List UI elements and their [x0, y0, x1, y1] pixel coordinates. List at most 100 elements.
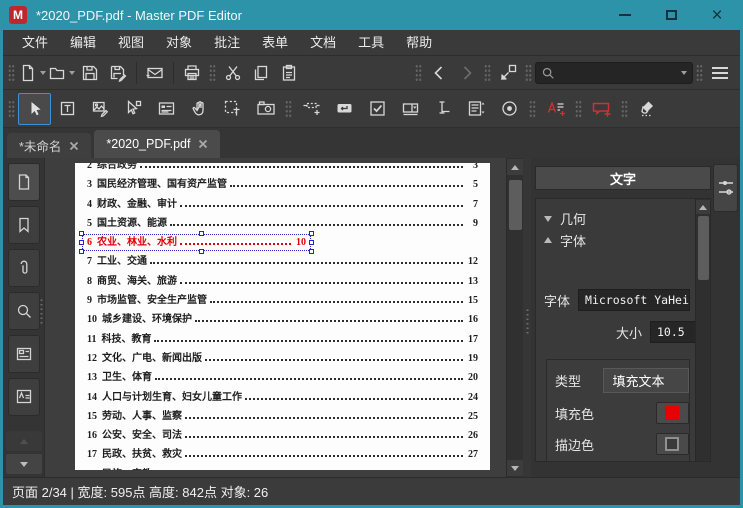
search-input[interactable]: [555, 65, 678, 80]
fill-color-button[interactable]: [655, 402, 689, 424]
save-as-button[interactable]: [104, 59, 132, 87]
edit-path-tool-button[interactable]: [117, 93, 150, 125]
section-font[interactable]: 字体: [544, 229, 690, 251]
panel-scroll-up-button[interactable]: [696, 200, 710, 214]
tab-close-icon[interactable]: [69, 141, 79, 151]
toc-row[interactable]: 11 科技、教育 17: [75, 330, 490, 349]
email-button[interactable]: [141, 59, 169, 87]
highlight-text-tool-button[interactable]: [539, 93, 572, 125]
toolbar-menu-button[interactable]: [706, 59, 734, 87]
menu-annotate[interactable]: 批注: [203, 30, 251, 55]
toc-row[interactable]: 13 卫生、体育 20: [75, 368, 490, 387]
menu-view[interactable]: 视图: [107, 30, 155, 55]
selection-handle[interactable]: [309, 249, 314, 255]
selection-handle[interactable]: [79, 240, 84, 246]
toc-row[interactable]: 16 公安、安全、司法 26: [75, 426, 490, 445]
toolbar-grip[interactable]: [621, 98, 628, 119]
chevron-down-icon[interactable]: [681, 71, 687, 78]
combobox-field-tool-button[interactable]: [394, 93, 427, 125]
toc-row[interactable]: 18 民族、宗教 28: [75, 465, 490, 470]
toc-row[interactable]: 2 综合政务 3: [75, 163, 490, 175]
font-name-field[interactable]: Microsoft YaHei: [578, 289, 690, 311]
add-comment-tool-button[interactable]: [585, 93, 618, 125]
type-dropdown[interactable]: 填充文本: [603, 368, 689, 393]
toolbar-grip[interactable]: [209, 62, 216, 83]
forward-button[interactable]: [453, 59, 481, 87]
radio-field-tool-button[interactable]: [493, 93, 526, 125]
snapshot-tool-button[interactable]: [249, 93, 282, 125]
toolbar-grip[interactable]: [575, 98, 582, 119]
new-document-button[interactable]: [18, 59, 47, 87]
toc-row[interactable]: 10 城乡建设、环境保护 16: [75, 310, 490, 329]
toc-row[interactable]: 15 劳动、人事、监察 25: [75, 407, 490, 426]
toolbar-grip[interactable]: [415, 62, 422, 83]
print-button[interactable]: [178, 59, 206, 87]
save-button[interactable]: [76, 59, 104, 87]
selection-handle[interactable]: [309, 240, 314, 246]
scrollbar-thumb[interactable]: [509, 180, 522, 230]
select-tool-button[interactable]: [18, 92, 51, 125]
toolbar-grip[interactable]: [8, 62, 15, 83]
toc-row[interactable]: 4 财政、金融、审计 7: [75, 195, 490, 214]
minimize-button[interactable]: [602, 0, 648, 30]
document-scrollbar[interactable]: [506, 158, 523, 477]
toc-row[interactable]: 8 商贸、海关、旅游 13: [75, 272, 490, 291]
date-field-tool-button[interactable]: [427, 93, 460, 125]
scroll-down-button[interactable]: [507, 460, 523, 476]
scroll-up-button[interactable]: [507, 159, 523, 175]
sidebar-signature-button[interactable]: [7, 378, 40, 416]
panel-toggle-button[interactable]: [713, 164, 738, 212]
sidebar-attachments-button[interactable]: [7, 249, 40, 287]
sidebar-scroll-down-button[interactable]: [5, 454, 42, 474]
panel-scrollbar-thumb[interactable]: [697, 216, 709, 280]
menu-tools[interactable]: 工具: [347, 30, 395, 55]
splitter-handle[interactable]: [524, 308, 530, 336]
sidebar-bookmarks-button[interactable]: [7, 206, 40, 244]
toc-row[interactable]: 6 农业、林业、水利 10: [79, 231, 314, 255]
select-text-area-tool-button[interactable]: [216, 93, 249, 125]
toc-row[interactable]: 14 人口与计划生育、妇女儿童工作 24: [75, 388, 490, 407]
toolbar-grip[interactable]: [696, 62, 703, 83]
sidebar-pages-button[interactable]: [7, 163, 40, 201]
toolbar-grip[interactable]: [285, 98, 292, 119]
transform-object-button[interactable]: [494, 59, 522, 87]
panel-splitter[interactable]: [523, 158, 531, 477]
edit-forms-tool-button[interactable]: [150, 93, 183, 125]
pdf-page[interactable]: 2 综合政务 3 3 国民经济管理、国有资产监管 5 4 财政、金融、审计 7 …: [75, 163, 490, 470]
listbox-field-tool-button[interactable]: [460, 93, 493, 125]
sidebar-scroll-up-button[interactable]: [5, 431, 42, 451]
section-geometry[interactable]: 几何: [544, 207, 690, 229]
tab-untitled[interactable]: *未命名: [7, 133, 92, 158]
menu-help[interactable]: 帮助: [395, 30, 443, 55]
sidebar-form-fields-button[interactable]: [7, 335, 40, 373]
stroke-color-button[interactable]: [655, 433, 689, 455]
toc-row[interactable]: 12 文化、广电、新闻出版 19: [75, 349, 490, 368]
button-field-tool-button[interactable]: [328, 93, 361, 125]
checkbox-field-tool-button[interactable]: [361, 93, 394, 125]
toolbar-grip[interactable]: [484, 62, 491, 83]
toolbar-grip[interactable]: [529, 98, 536, 119]
tab-close-icon[interactable]: [198, 139, 208, 149]
toolbar-grip[interactable]: [8, 98, 15, 119]
maximize-button[interactable]: [648, 0, 694, 30]
panel-scrollbar[interactable]: [695, 199, 710, 461]
hand-tool-button[interactable]: [183, 93, 216, 125]
back-button[interactable]: [425, 59, 453, 87]
menu-forms[interactable]: 表单: [251, 30, 299, 55]
cut-button[interactable]: [219, 59, 247, 87]
paste-button[interactable]: [275, 59, 303, 87]
copy-button[interactable]: [247, 59, 275, 87]
menu-document[interactable]: 文档: [299, 30, 347, 55]
sidebar-search-button[interactable]: [7, 292, 40, 330]
toc-row[interactable]: 7 工业、交通 12: [75, 252, 490, 271]
toc-row[interactable]: 9 市场监管、安全生产监管 15: [75, 291, 490, 310]
tab-2020-pdf[interactable]: *2020_PDF.pdf: [94, 130, 221, 158]
selection-handle[interactable]: [79, 249, 84, 255]
highlighter-tool-button[interactable]: [631, 93, 664, 125]
edit-text-tool-button[interactable]: [51, 93, 84, 125]
selection-handle[interactable]: [199, 231, 204, 237]
menu-edit[interactable]: 编辑: [59, 30, 107, 55]
toc-row[interactable]: 17 民政、扶贫、救灾 27: [75, 445, 490, 464]
text-field-tool-button[interactable]: [295, 93, 328, 125]
toolbar-grip[interactable]: [525, 62, 532, 83]
